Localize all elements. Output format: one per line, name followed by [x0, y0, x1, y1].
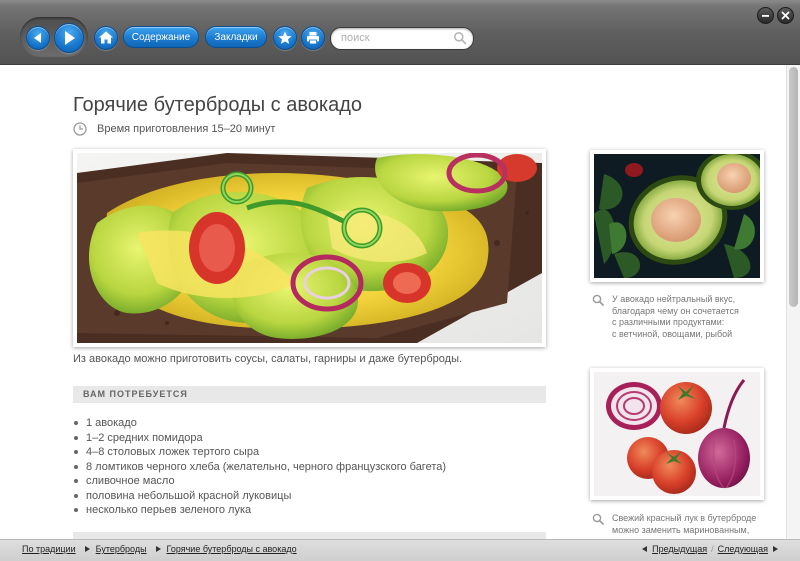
close-icon [781, 11, 790, 20]
list-item: 8 ломтиков черного хлеба (желательно, че… [73, 460, 446, 475]
bookmarks-button[interactable]: Закладки [205, 26, 267, 48]
minimize-icon [762, 15, 769, 17]
sidebar-caption-2: Свежий красный лук в бутерброде можно за… [612, 513, 757, 535]
sidebar-photo-avocado[interactable] [590, 150, 764, 282]
print-button[interactable] [301, 26, 325, 50]
triangle-left-icon [642, 546, 648, 552]
list-item: сливочное масло [73, 474, 446, 489]
breadcrumb-link[interactable]: По традиции [22, 544, 76, 554]
ingredients-heading: ВАМ ПОТРЕБУЕТСЯ [83, 389, 188, 399]
avocado-halves-image [594, 154, 760, 278]
printer-icon [307, 32, 319, 45]
sidebar-caption-1: У авокадо нейтральный вкус, благодаря че… [612, 294, 739, 339]
cook-time: Время приготовления 15–20 минут [97, 123, 276, 135]
zoom-icon[interactable] [592, 294, 604, 306]
minimize-button[interactable] [757, 7, 774, 24]
arrow-left-icon [34, 33, 41, 43]
intro-text: Из авокадо можно приготовить соусы, сала… [73, 353, 463, 365]
pager: Предыдущая / Следующая [642, 544, 778, 554]
page-title: Горячие бутерброды с авокадо [73, 94, 362, 116]
prev-page-link[interactable]: Предыдущая [652, 544, 707, 554]
status-bar: По традиции Бутерброды Горячие бутерброды … [0, 539, 800, 561]
pager-separator: / [711, 544, 714, 554]
search-icon[interactable] [453, 31, 467, 45]
back-button[interactable] [26, 26, 50, 50]
home-button[interactable] [94, 26, 118, 50]
list-item: половина небольшой красной луковицы [73, 489, 446, 504]
next-section-header [73, 532, 546, 539]
list-item: 4–8 столовых ложек тертого сыра [73, 445, 446, 460]
list-item: 1–2 средних помидора [73, 431, 446, 446]
forward-button[interactable] [54, 23, 84, 53]
zoom-icon[interactable] [592, 513, 604, 525]
list-item: 1 авокадо [73, 416, 446, 431]
main-photo [73, 149, 546, 347]
onion-tomato-image [594, 372, 760, 496]
sidebar-photo-onions[interactable] [590, 368, 764, 500]
vertical-scrollbar[interactable] [786, 65, 800, 539]
breadcrumb-link[interactable]: Бутерброды [96, 544, 147, 554]
star-icon [278, 31, 292, 44]
list-item: несколько перьев зеленого лука [73, 503, 446, 518]
ingredients-list: 1 авокадо 1–2 средних помидора 4–8 столо… [73, 416, 446, 518]
breadcrumb-link[interactable]: Горячие бутерброды с авокадо [167, 544, 297, 554]
next-page-link[interactable]: Следующая [718, 544, 768, 554]
search-input[interactable] [341, 30, 451, 46]
avocado-sandwich-image [77, 153, 542, 343]
article-content: Горячие бутерброды с авокадо Время приго… [0, 65, 786, 539]
close-button[interactable] [777, 7, 794, 24]
clock-icon [73, 122, 87, 136]
favorite-button[interactable] [273, 26, 297, 50]
contents-button[interactable]: Содержание [123, 26, 199, 48]
toolbar: Содержание Закладки [0, 0, 800, 65]
ingredients-section-header: ВАМ ПОТРЕБУЕТСЯ [73, 386, 546, 403]
arrow-right-icon [65, 31, 75, 45]
chevron-right-icon [155, 546, 161, 552]
scrollbar-thumb[interactable] [789, 67, 798, 307]
triangle-right-icon [773, 546, 778, 552]
breadcrumb: По традиции Бутерброды Горячие бутерброды … [22, 544, 297, 554]
search-box [330, 27, 474, 50]
chevron-right-icon [84, 546, 90, 552]
home-icon [99, 31, 113, 44]
